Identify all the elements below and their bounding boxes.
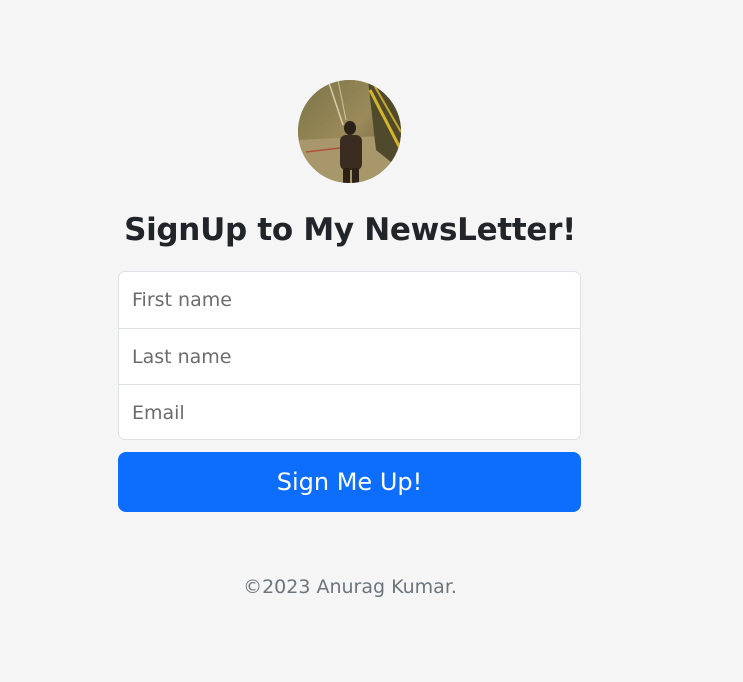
first-name-input[interactable] — [119, 272, 580, 328]
last-name-input[interactable] — [119, 328, 580, 384]
copyright-footer: ©2023 Anurag Kumar. — [243, 576, 457, 598]
avatar — [298, 80, 401, 183]
page-title: SignUp to My NewsLetter! — [124, 212, 576, 248]
signup-page: SignUp to My NewsLetter! Sign Me Up! ©20… — [0, 0, 743, 682]
signup-form — [118, 271, 581, 440]
sign-me-up-button[interactable]: Sign Me Up! — [118, 452, 581, 512]
email-input[interactable] — [119, 384, 580, 439]
avatar-photo — [298, 80, 401, 183]
